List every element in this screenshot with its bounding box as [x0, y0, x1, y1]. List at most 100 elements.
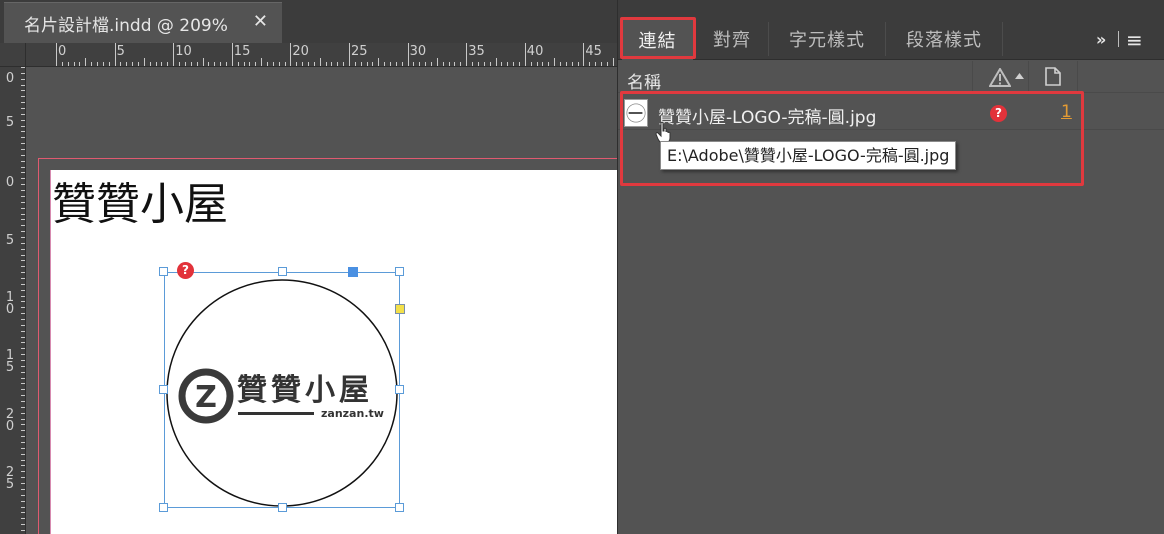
- frame-handle-middle-left[interactable]: [159, 385, 168, 394]
- ruler-label: 5: [116, 44, 125, 59]
- ruler-tick: [530, 62, 532, 66]
- ruler-tick: [97, 62, 99, 66]
- ruler-tick: [21, 207, 25, 209]
- ruler-tick: [21, 272, 25, 274]
- ruler-tick: [261, 58, 263, 66]
- ruler-tick: [21, 500, 25, 502]
- ruler-tick: [255, 62, 257, 66]
- ruler-tick: [565, 62, 567, 66]
- ruler-tick: [184, 62, 186, 66]
- ruler-tick: [220, 62, 222, 66]
- ruler-tick: [21, 143, 25, 145]
- panel-menu-icon[interactable]: ≡: [1126, 28, 1143, 52]
- link-path-tooltip: E:\Adobe\贊贊小屋-LOGO-完稿-圓.jpg: [660, 141, 957, 170]
- ruler-tick: [21, 465, 25, 467]
- ruler-label: 2 5: [5, 465, 15, 492]
- corner-effects-icon[interactable]: [395, 304, 405, 314]
- ruler-label: 1 5: [5, 348, 15, 375]
- ruler-tick: [21, 506, 25, 508]
- ruler-tick: [21, 236, 25, 238]
- link-row[interactable]: 贊贊小屋-LOGO-完稿-圓.jpg ? 1: [618, 96, 1164, 130]
- ruler-tick: [21, 72, 25, 74]
- frame-handle-top-left[interactable]: [159, 267, 168, 276]
- ruler-tick: [325, 62, 327, 66]
- column-status[interactable]: [972, 61, 1028, 93]
- ruler-tick: [91, 62, 93, 66]
- frame-handle-bottom-right[interactable]: [395, 503, 404, 512]
- ruler-tick: [518, 62, 520, 66]
- ruler-tick: [21, 436, 25, 438]
- ruler-tick: [21, 242, 25, 244]
- ruler-tick: [21, 412, 25, 414]
- ruler-tick: [595, 62, 597, 66]
- close-icon[interactable]: ✕: [253, 11, 268, 32]
- ruler-label: 45: [585, 44, 602, 59]
- ruler-tick: [319, 58, 321, 66]
- ruler-tick: [21, 219, 25, 221]
- ruler-origin[interactable]: [0, 43, 26, 67]
- image-frame[interactable]: [164, 272, 400, 508]
- ruler-tick: [56, 43, 57, 66]
- ruler-tick: [460, 62, 462, 66]
- column-page[interactable]: [1028, 61, 1078, 93]
- frame-handle-middle-right[interactable]: [395, 385, 404, 394]
- ruler-tick: [21, 401, 25, 403]
- ruler-tick: [559, 62, 561, 66]
- vertical-ruler[interactable]: 0 5 0 5 1 0 1 5 2 0 2 5: [0, 67, 26, 534]
- content-grabber-icon[interactable]: [348, 267, 358, 277]
- document-tab-bar: 名片設計檔.indd @ 209% ✕: [0, 0, 617, 43]
- ruler-tick: [21, 160, 25, 162]
- page-heading-text[interactable]: 贊贊小屋: [52, 168, 228, 232]
- ruler-label: 20: [292, 44, 309, 59]
- warning-icon: [989, 68, 1011, 87]
- frame-handle-top-right[interactable]: [395, 267, 404, 276]
- ruler-tick: [138, 62, 140, 66]
- ruler-tick: [21, 119, 25, 121]
- ruler-tick: [378, 58, 380, 66]
- ruler-tick: [143, 58, 145, 66]
- ruler-tick: [190, 62, 192, 66]
- frame-handle-top-center[interactable]: [278, 267, 287, 276]
- ruler-tick: [21, 354, 25, 356]
- ruler-tick: [583, 43, 585, 66]
- ruler-tick: [67, 62, 69, 66]
- document-tab[interactable]: 名片設計檔.indd @ 209% ✕: [4, 2, 282, 43]
- ruler-tick: [272, 62, 274, 66]
- ruler-tick: [302, 62, 304, 66]
- ruler-tick: [419, 62, 421, 66]
- horizontal-ruler[interactable]: 0 5 10 15 20 25 30 35 40 45: [26, 43, 617, 67]
- ruler-tick: [21, 154, 25, 156]
- ruler-tick: [349, 43, 350, 66]
- ruler-tick: [21, 248, 25, 250]
- ruler-tick: [21, 260, 25, 262]
- tab-links[interactable]: 連結: [622, 18, 693, 60]
- ruler-tick: [21, 108, 25, 110]
- ruler-tick: [436, 58, 438, 66]
- ruler-tick: [21, 84, 25, 86]
- ruler-tick: [61, 62, 63, 66]
- ruler-tick: [21, 301, 25, 303]
- link-page-number[interactable]: 1: [1061, 102, 1072, 122]
- missing-link-icon[interactable]: ?: [177, 262, 194, 279]
- expand-panels-icon[interactable]: »: [1096, 30, 1106, 49]
- tab-align[interactable]: 對齊: [698, 18, 766, 60]
- ruler-tick: [79, 62, 81, 66]
- missing-link-icon[interactable]: ?: [990, 105, 1007, 122]
- ruler-tick: [21, 213, 25, 215]
- tab-paragraph-styles[interactable]: 段落樣式: [888, 18, 1000, 60]
- ruler-tick: [337, 62, 339, 66]
- ruler-label: 0: [58, 44, 67, 59]
- ruler-tick: [21, 131, 25, 133]
- frame-handle-bottom-center[interactable]: [278, 503, 287, 512]
- ruler-tick: [278, 62, 280, 66]
- tab-separator: [768, 22, 769, 56]
- ruler-tick: [536, 62, 538, 66]
- ruler-tick: [21, 149, 25, 151]
- column-name[interactable]: 名稱: [627, 68, 661, 93]
- frame-handle-bottom-left[interactable]: [159, 503, 168, 512]
- ruler-tick: [73, 62, 75, 66]
- tab-character-styles[interactable]: 字元樣式: [771, 18, 883, 60]
- ruler-tick: [161, 62, 163, 66]
- ruler-tick: [21, 78, 25, 80]
- ruler-tick: [21, 125, 25, 127]
